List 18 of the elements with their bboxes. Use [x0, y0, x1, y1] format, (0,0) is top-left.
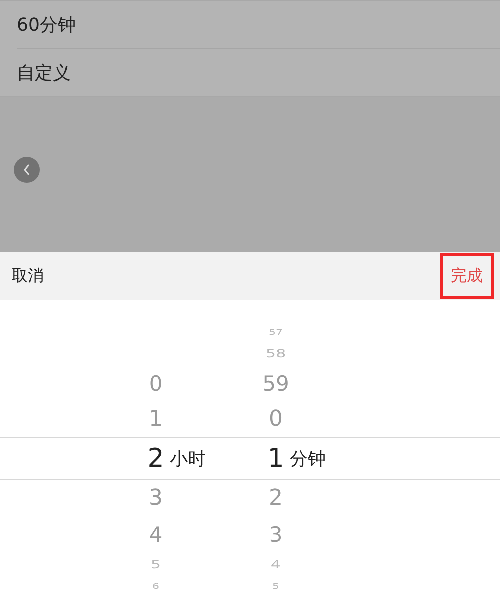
cancel-button[interactable]: 取消: [12, 266, 44, 286]
list-item[interactable]: 60分钟: [17, 12, 76, 36]
picker-option[interactable]: 0: [149, 367, 163, 402]
back-icon[interactable]: [14, 157, 40, 183]
done-button[interactable]: 完成: [440, 253, 494, 299]
picker-option[interactable]: 5: [150, 556, 162, 574]
picker-option[interactable]: 3: [149, 480, 163, 518]
picker-option[interactable]: 4: [270, 556, 282, 574]
unit-label: 分钟: [290, 448, 326, 470]
picker-option[interactable]: 0: [269, 402, 283, 437]
picker-option[interactable]: 2: [269, 480, 283, 518]
list-item[interactable]: 自定义: [17, 60, 71, 84]
picker-option[interactable]: 4: [149, 518, 163, 552]
picker-option[interactable]: 1: [149, 402, 163, 437]
picker-option[interactable]: 3: [269, 518, 283, 552]
unit-label: 小时: [170, 448, 206, 470]
picker-option[interactable]: 58: [266, 344, 286, 363]
picker-option[interactable]: 59: [262, 367, 290, 402]
